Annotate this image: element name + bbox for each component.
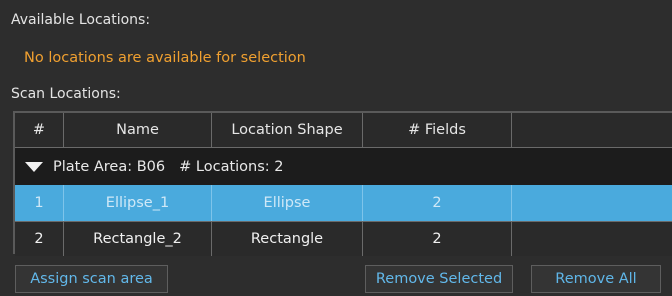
- column-header-number[interactable]: #: [15, 113, 64, 147]
- table-row[interactable]: 2 Rectangle_2 Rectangle 2: [15, 221, 672, 256]
- plate-area-label: Plate Area: B06: [53, 158, 166, 175]
- remove-all-button[interactable]: Remove All: [531, 265, 661, 293]
- column-header-name[interactable]: Name: [64, 113, 212, 147]
- no-locations-message: No locations are available for selection: [24, 50, 306, 66]
- row-fields-cell: 2: [363, 222, 512, 256]
- assign-scan-area-button[interactable]: Assign scan area: [15, 265, 168, 293]
- row-number-cell: 2: [15, 222, 64, 256]
- column-header-empty: [512, 113, 672, 147]
- remove-selected-button[interactable]: Remove Selected: [365, 265, 513, 293]
- row-name-cell: Rectangle_2: [64, 222, 212, 256]
- plate-area-group-row[interactable]: Plate Area: B06 # Locations: 2: [15, 148, 672, 185]
- table-row[interactable]: 1 Ellipse_1 Ellipse 2: [15, 185, 672, 221]
- scan-locations-label: Scan Locations:: [11, 86, 121, 102]
- row-empty-cell: [512, 185, 672, 221]
- location-count-label: # Locations: 2: [179, 158, 284, 175]
- column-header-fields[interactable]: # Fields: [363, 113, 512, 147]
- available-locations-label: Available Locations:: [11, 12, 151, 28]
- row-empty-cell: [512, 222, 672, 256]
- scan-locations-panel: Available Locations: No locations are av…: [0, 0, 672, 296]
- table-header: # Name Location Shape # Fields: [15, 113, 672, 148]
- row-fields-cell: 2: [363, 185, 512, 221]
- row-shape-cell: Ellipse: [212, 185, 363, 221]
- scan-locations-table: # Name Location Shape # Fields Plate Are…: [13, 111, 672, 256]
- row-name-cell: Ellipse_1: [64, 185, 212, 221]
- row-number-cell: 1: [15, 185, 64, 221]
- column-header-location-shape[interactable]: Location Shape: [212, 113, 363, 147]
- row-shape-cell: Rectangle: [212, 222, 363, 256]
- expand-triangle-icon[interactable]: [25, 161, 43, 172]
